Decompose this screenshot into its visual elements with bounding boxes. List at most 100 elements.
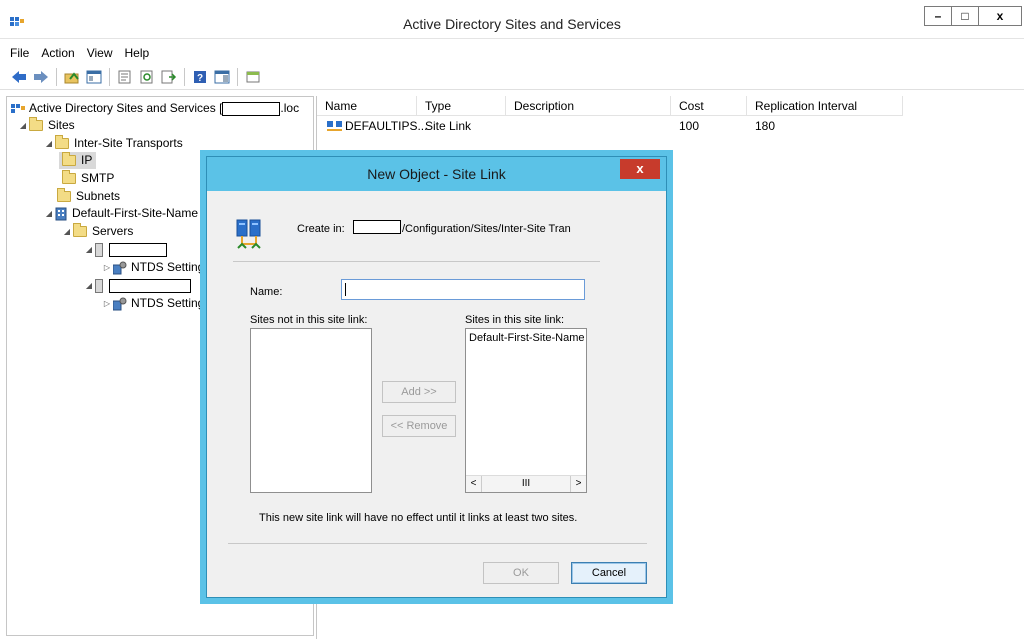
tree-item-server-1[interactable]: ◢ [83,241,167,258]
up-folder-button[interactable] [61,66,83,88]
toolbar-separator [184,67,185,86]
remove-button[interactable]: << Remove [382,415,456,437]
info-note: This new site link will have no effect u… [259,512,578,524]
folder-icon [73,223,87,237]
collapse-icon[interactable]: ◢ [83,277,95,294]
window-title: Active Directory Sites and Services [403,16,621,32]
scroll-right-icon[interactable]: > [570,476,586,492]
cell-type: Site Link [425,119,472,133]
column-header-type[interactable]: Type [417,96,506,116]
sites-not-in-link-list[interactable] [250,328,372,493]
back-icon [12,70,26,83]
collapse-icon[interactable]: ◢ [43,135,55,152]
list-item[interactable]: Default-First-Site-Name [469,332,585,344]
site-link-name: DEFAULTIPS... [345,119,428,133]
scroll-thumb[interactable]: III [482,476,570,492]
minimize-icon: – [934,9,942,23]
sites-in-link-list[interactable]: Default-First-Site-Name < III > [465,328,587,493]
menu-help[interactable]: Help [119,44,156,62]
text-caret [345,283,346,296]
column-header-replication-interval[interactable]: Replication Interval [747,96,903,116]
column-header-description[interactable]: Description [506,96,671,116]
tree-item-label: .loc [280,101,300,115]
folder-icon [62,152,76,166]
properties-button[interactable] [114,66,136,88]
show-hide-action-pane-button[interactable] [211,66,233,88]
maximize-button[interactable]: □ [951,6,979,26]
collapse-icon[interactable]: ◢ [61,223,73,240]
forward-button[interactable] [30,66,52,88]
refresh-button[interactable] [136,66,158,88]
ok-button[interactable]: OK [483,562,559,584]
dialog-title-bar[interactable]: New Object - Site Link x [207,157,666,191]
show-hide-tree-button[interactable] [83,66,105,88]
tree-item-ntds-2[interactable]: ▷ NTDS Setting [101,295,204,312]
tree-item-ip[interactable]: IP [59,152,97,169]
tree-item-root[interactable]: Active Directory Sites and Services [ .l… [11,100,299,117]
tree-item-label: Default-First-Site-Name [72,206,199,220]
window-title-bar: Active Directory Sites and Services – □ … [0,0,1024,39]
tree-item-subnets[interactable]: Subnets [57,188,120,205]
redacted-box [109,278,191,293]
separator [233,261,600,262]
tree-item-smtp[interactable]: SMTP [59,170,114,187]
tree-item-sites[interactable]: ◢ Sites [17,117,75,134]
scroll-left-icon[interactable]: < [466,476,482,492]
redacted-box [222,101,281,116]
tree-item-label: SMTP [81,171,115,185]
ntds-settings-icon [113,261,127,274]
tree-item-servers[interactable]: ◢ Servers [61,223,133,240]
menu-action[interactable]: Action [35,44,80,62]
tree-item-label: Sites [48,118,75,132]
new-site-link-dialog[interactable]: New Object - Site Link x Create in: /Con… [206,156,667,598]
tree-item-server-2[interactable]: ◢ [83,277,191,294]
minimize-button[interactable]: – [924,6,952,26]
dialog-close-button[interactable]: x [620,159,660,179]
close-button[interactable]: x [978,6,1022,26]
create-in-path: /Configuration/Sites/Inter-Site Tran [402,223,571,235]
help-button[interactable]: ? [189,66,211,88]
sites-and-services-icon [11,103,25,113]
close-icon: x [636,161,644,176]
refresh-icon [140,70,153,83]
column-header-name[interactable]: Name [317,96,417,116]
export-list-icon [161,70,177,83]
expand-icon[interactable]: ▷ [101,259,113,276]
create-in-label: Create in: [297,223,345,235]
toolbar-separator [109,67,110,86]
expand-icon[interactable]: ▷ [101,295,113,312]
site-link-icon [236,219,261,249]
folder-icon [62,170,76,184]
new-window-icon [246,71,260,82]
cell-name: DEFAULTIPS... [319,118,427,135]
collapse-icon[interactable]: ◢ [43,205,55,222]
folder-icon [57,188,71,202]
new-window-button[interactable] [242,66,264,88]
menu-view[interactable]: View [81,44,119,62]
folder-icon [55,135,69,149]
tree-item-inter-site-transports[interactable]: ◢ Inter-Site Transports [43,135,183,152]
tree-item-ntds-1[interactable]: ▷ NTDS Setting [101,259,204,276]
help-icon: ? [194,70,206,84]
tree-item-label: Active Directory Sites and Services [ [29,101,223,115]
collapse-icon[interactable]: ◢ [17,117,29,134]
dialog-body: Create in: /Configuration/Sites/Inter-Si… [207,191,666,599]
tree-item-default-site[interactable]: ◢ Default-First-Site-Name [43,205,198,222]
forward-icon [34,70,48,83]
separator [228,543,647,544]
column-header-cost[interactable]: Cost [671,96,747,116]
tree-item-label: NTDS Setting [131,296,205,310]
horizontal-scrollbar[interactable]: < III > [466,475,586,492]
properties-icon [118,70,131,83]
cell-replication-interval: 180 [755,119,776,133]
folder-icon [29,117,43,131]
back-button[interactable] [8,66,30,88]
add-button[interactable]: Add >> [382,381,456,403]
show-hide-tree-icon [86,70,102,83]
collapse-icon[interactable]: ◢ [83,241,95,258]
tree-item-label: IP [81,153,93,167]
export-list-button[interactable] [158,66,180,88]
menu-file[interactable]: File [0,44,35,62]
name-input[interactable] [341,279,585,300]
cancel-button[interactable]: Cancel [571,562,647,584]
